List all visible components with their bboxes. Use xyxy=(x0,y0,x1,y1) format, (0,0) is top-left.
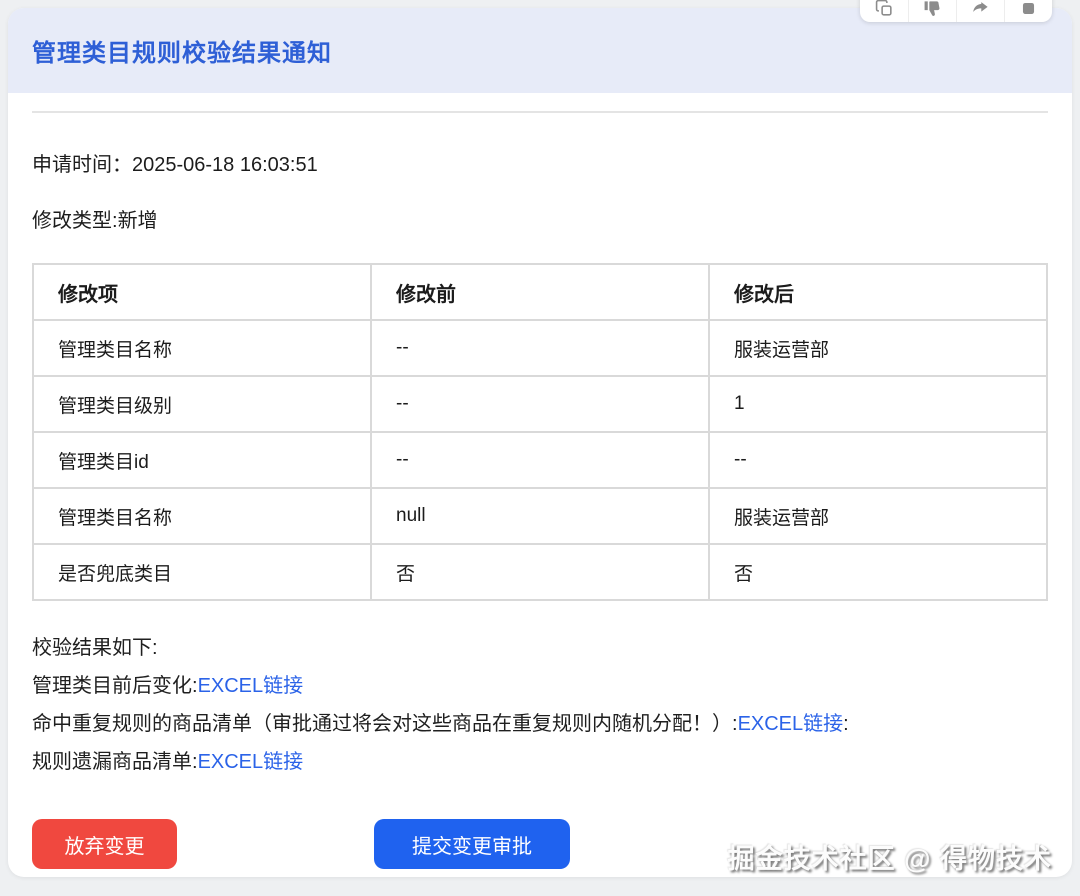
cell-after: 服装运营部 xyxy=(708,319,1048,377)
results-line1-label: 管理类目前后变化: xyxy=(32,675,198,697)
table-header-row: 修改项 修改前 修改后 xyxy=(32,263,1048,321)
cell-item: 管理类目名称 xyxy=(32,319,372,377)
square-icon xyxy=(1022,2,1035,14)
card-body: 申请时间：2025-06-18 16:03:51 修改类型:新增 修改项 修改前… xyxy=(8,111,1072,869)
modify-type-label: 修改类型: xyxy=(32,210,118,232)
table-row: 是否兜底类目 否 否 xyxy=(32,543,1048,601)
cell-after: 1 xyxy=(708,375,1048,433)
more-button[interactable] xyxy=(1004,0,1052,22)
results-line3-label: 规则遗漏商品清单: xyxy=(32,751,198,773)
cell-before: -- xyxy=(370,375,710,433)
validation-results: 校验结果如下: 管理类目前后变化:EXCEL链接 命中重复规则的商品清单（审批通… xyxy=(32,629,1048,781)
results-line2-label: 命中重复规则的商品清单（审批通过将会对这些商品在重复规则内随机分配！）: xyxy=(32,713,738,735)
page-title: 管理类目规则校验结果通知 xyxy=(32,40,332,67)
cell-before: -- xyxy=(370,319,710,377)
action-buttons: 放弃变更 提交变更审批 xyxy=(32,819,1048,869)
results-line-duplicate: 命中重复规则的商品清单（审批通过将会对这些商品在重复规则内随机分配！）:EXCE… xyxy=(32,705,1048,743)
cell-item: 是否兜底类目 xyxy=(32,543,372,601)
modify-type-value: 新增 xyxy=(117,210,158,232)
copy-icon xyxy=(875,0,892,16)
results-line-change: 管理类目前后变化:EXCEL链接 xyxy=(32,667,1048,705)
table-row: 管理类目id -- -- xyxy=(32,431,1048,489)
table-row: 管理类目名称 -- 服装运营部 xyxy=(32,319,1048,377)
cell-item: 管理类目id xyxy=(32,431,372,489)
share-icon xyxy=(973,1,988,12)
thumbs-down-icon xyxy=(924,0,940,16)
message-toolbar xyxy=(860,0,1052,22)
excel-link-missed-products[interactable]: EXCEL链接 xyxy=(198,751,304,773)
cell-before: null xyxy=(370,487,710,545)
apply-time-label: 申请时间： xyxy=(32,154,132,176)
header-divider xyxy=(32,111,1048,113)
modify-type-line: 修改类型:新增 xyxy=(32,204,1048,233)
cell-after: 服装运营部 xyxy=(708,487,1048,545)
column-header-before: 修改前 xyxy=(370,263,710,321)
discard-change-button[interactable]: 放弃变更 xyxy=(32,819,177,869)
results-line2-suffix: : xyxy=(843,713,849,735)
cell-before: -- xyxy=(370,431,710,489)
results-line-missed: 规则遗漏商品清单:EXCEL链接 xyxy=(32,743,1048,781)
cell-before: 否 xyxy=(370,543,710,601)
cell-item: 管理类目级别 xyxy=(32,375,372,433)
cell-after: 否 xyxy=(708,543,1048,601)
excel-link-category-change[interactable]: EXCEL链接 xyxy=(198,675,304,697)
cell-after: -- xyxy=(708,431,1048,489)
changes-table: 修改项 修改前 修改后 管理类目名称 -- 服装运营部 管理类目级别 -- 1 … xyxy=(32,263,1048,601)
share-button[interactable] xyxy=(956,0,1004,22)
notification-card: 管理类目规则校验结果通知 申请时间：2025-06-18 16:03:51 修改… xyxy=(8,8,1072,877)
table-row: 管理类目名称 null 服装运营部 xyxy=(32,487,1048,545)
column-header-after: 修改后 xyxy=(708,263,1048,321)
table-row: 管理类目级别 -- 1 xyxy=(32,375,1048,433)
copy-button[interactable] xyxy=(860,0,908,22)
apply-time-line: 申请时间：2025-06-18 16:03:51 xyxy=(32,148,1048,177)
excel-link-duplicate-rules[interactable]: EXCEL链接 xyxy=(738,713,844,735)
column-header-item: 修改项 xyxy=(32,263,372,321)
submit-approval-button[interactable]: 提交变更审批 xyxy=(374,819,570,869)
thumbs-down-button[interactable] xyxy=(908,0,956,22)
cell-item: 管理类目名称 xyxy=(32,487,372,545)
results-heading: 校验结果如下: xyxy=(32,637,158,659)
apply-time-value: 2025-06-18 16:03:51 xyxy=(132,154,318,176)
